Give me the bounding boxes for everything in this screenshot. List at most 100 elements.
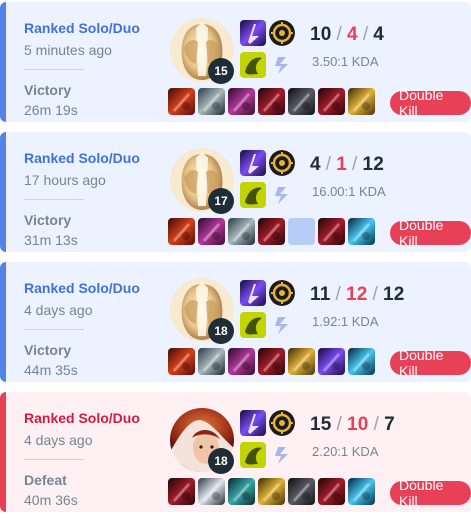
empty-item-slot: [288, 218, 315, 245]
keystone-rune-icon[interactable]: [269, 20, 295, 46]
assists: 4: [373, 24, 385, 45]
keystone-rune-icon[interactable]: [269, 410, 295, 436]
kills: 10: [310, 24, 332, 45]
divider: [24, 199, 84, 200]
kda-ratio: 1.92:1 KDA: [312, 314, 379, 329]
queue-type: Ranked Solo/Duo: [24, 280, 140, 296]
multikill-badge: Double Kill: [390, 347, 471, 379]
match-result: Defeat: [24, 472, 67, 488]
secondary-rune-icon[interactable]: [272, 444, 294, 466]
kda-ratio: 2.20:1 KDA: [312, 444, 379, 459]
red-blade-item-icon[interactable]: [168, 88, 195, 115]
slash: /: [373, 414, 380, 435]
kills: 4: [310, 154, 321, 175]
summoner-spell-flash-icon[interactable]: [240, 150, 266, 176]
gray-boots-item-icon[interactable]: [198, 348, 225, 375]
purple-sword-item-icon[interactable]: [228, 348, 255, 375]
deaths: 1: [336, 154, 348, 175]
match-duration: 40m 36s: [24, 492, 78, 508]
slash: /: [325, 154, 332, 175]
match-card[interactable]: Ranked Solo/Duo 17 hours ago Victory 31m…: [0, 132, 471, 252]
match-result: Victory: [24, 82, 72, 98]
slash: /: [336, 414, 343, 435]
keystone-rune-icon[interactable]: [269, 280, 295, 306]
gold-claws-item-icon[interactable]: [288, 348, 315, 375]
divider: [24, 69, 84, 70]
gold-claws-item-icon[interactable]: [258, 478, 285, 505]
blue-orb-item-icon[interactable]: [348, 478, 375, 505]
assists: 12: [362, 154, 385, 175]
time-ago: 4 days ago: [24, 432, 93, 448]
kda-line: 15/10/7: [310, 414, 395, 436]
gray-boots-item-icon[interactable]: [228, 218, 255, 245]
crimson-dagger-item-icon[interactable]: [318, 88, 345, 115]
violet-staff-item-icon[interactable]: [318, 348, 345, 375]
slash: /: [362, 24, 369, 45]
kda-ratio: 16.00:1 KDA: [312, 184, 386, 199]
multikill-badge: Double Kill: [390, 87, 471, 119]
deaths: 4: [347, 24, 358, 45]
champion-level: 18: [208, 448, 234, 474]
summoner-spell-icon[interactable]: [240, 442, 266, 468]
champion-level: 18: [208, 318, 234, 344]
champion-level: 17: [208, 188, 234, 214]
teal-helm-item-icon[interactable]: [228, 478, 255, 505]
red-gauntlet-item-icon[interactable]: [258, 88, 285, 115]
item-row: [168, 218, 375, 245]
queue-type: Ranked Solo/Duo: [24, 150, 140, 166]
purple-sword-item-icon[interactable]: [228, 88, 255, 115]
gold-trinket-item-icon[interactable]: [348, 88, 375, 115]
kda-line: 4/1/12: [310, 154, 384, 176]
keystone-rune-icon[interactable]: [269, 150, 295, 176]
blue-orb-item-icon[interactable]: [348, 218, 375, 245]
silver-blade-item-icon[interactable]: [198, 478, 225, 505]
kills: 15: [310, 414, 332, 435]
summoner-spell-icon[interactable]: [240, 312, 266, 338]
secondary-rune-icon[interactable]: [272, 314, 294, 336]
time-ago: 17 hours ago: [24, 172, 106, 188]
match-card[interactable]: Ranked Solo/Duo 4 days ago Victory 44m 3…: [0, 262, 471, 382]
red-gauntlet-item-icon[interactable]: [318, 478, 345, 505]
summoner-spell-flash-icon[interactable]: [240, 280, 266, 306]
queue-type: Ranked Solo/Duo: [24, 410, 140, 426]
gray-boots-item-icon[interactable]: [198, 88, 225, 115]
champion-level: 15: [208, 58, 234, 84]
assists: 7: [384, 414, 395, 435]
slash: /: [372, 284, 379, 305]
assists: 12: [383, 284, 405, 305]
kda-line: 11/12/12: [310, 284, 405, 306]
divider: [24, 459, 84, 460]
match-card[interactable]: Ranked Solo/Duo 5 minutes ago Victory 26…: [0, 2, 471, 122]
summoner-spell-flash-icon[interactable]: [240, 20, 266, 46]
crimson-armor-item-icon[interactable]: [168, 478, 195, 505]
match-result: Victory: [24, 342, 72, 358]
match-card[interactable]: Ranked Solo/Duo 4 days ago Defeat 40m 36…: [0, 392, 471, 512]
match-result: Victory: [24, 212, 72, 228]
blue-orb-item-icon[interactable]: [348, 348, 375, 375]
deaths: 10: [347, 414, 369, 435]
red-blade-item-icon[interactable]: [168, 218, 195, 245]
dark-claws-item-icon[interactable]: [288, 478, 315, 505]
red-blade-item-icon[interactable]: [168, 348, 195, 375]
crimson-dagger-item-icon[interactable]: [318, 218, 345, 245]
divider: [24, 329, 84, 330]
match-duration: 26m 19s: [24, 102, 78, 118]
time-ago: 5 minutes ago: [24, 42, 112, 58]
red-gauntlet-item-icon[interactable]: [258, 348, 285, 375]
slash: /: [335, 284, 341, 305]
summoner-spell-icon[interactable]: [240, 52, 266, 78]
match-duration: 31m 13s: [24, 232, 78, 248]
item-row: [168, 88, 375, 115]
summoner-spell-flash-icon[interactable]: [240, 410, 266, 436]
dark-claws-item-icon[interactable]: [288, 88, 315, 115]
item-row: [168, 478, 375, 505]
summoner-spell-icon[interactable]: [240, 182, 266, 208]
red-gauntlet-item-icon[interactable]: [258, 218, 285, 245]
kda-line: 10/4/4: [310, 24, 384, 46]
secondary-rune-icon[interactable]: [272, 184, 294, 206]
purple-sword-item-icon[interactable]: [198, 218, 225, 245]
secondary-rune-icon[interactable]: [272, 54, 294, 76]
item-row: [168, 348, 375, 375]
kills: 11: [310, 284, 331, 305]
queue-type: Ranked Solo/Duo: [24, 20, 140, 36]
